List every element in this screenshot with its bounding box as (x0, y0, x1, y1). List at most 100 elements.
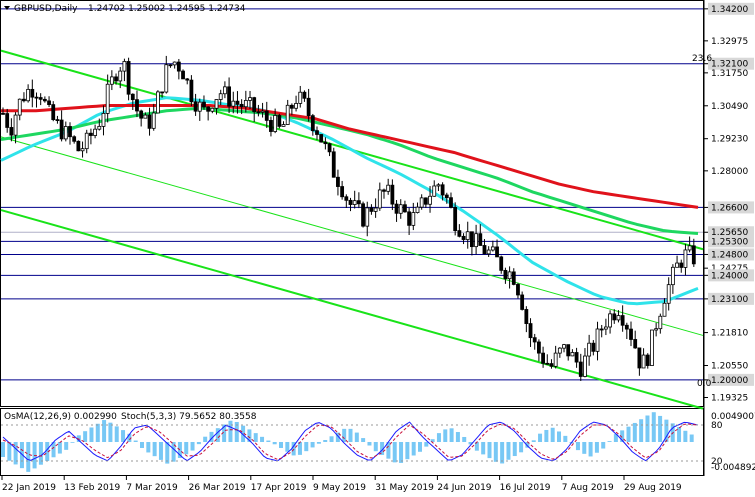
candle-body (269, 120, 273, 132)
osma-bar (531, 440, 536, 442)
candle-body (281, 124, 286, 127)
osma-bar (689, 434, 694, 442)
candle-body (97, 125, 102, 130)
osma-bar (95, 423, 100, 442)
candle-body (135, 99, 139, 112)
candle-body (168, 64, 173, 67)
trading-chart[interactable]: 1.342001.329751.321001.317501.304901.292… (0, 0, 755, 497)
date-label: 16 Jul 2019 (500, 483, 551, 493)
osma-bar (361, 438, 366, 442)
candle-body (122, 61, 127, 72)
candle-body (419, 197, 424, 208)
ohlc-values: 1.24702 1.25002 1.24595 1.24734 (88, 4, 246, 14)
osma-bar (342, 428, 347, 442)
candle-body (13, 114, 18, 136)
candle-body (562, 344, 566, 349)
osma-bar (158, 442, 163, 460)
candle-body (109, 76, 114, 85)
osma-label: OsMA(12,26,9) 0.002990 (4, 412, 117, 422)
candle-body (185, 78, 190, 81)
osma-bar (405, 442, 410, 460)
candle-body (432, 185, 437, 197)
osma-bar (57, 442, 62, 454)
candle-body (306, 97, 311, 117)
stoch-label: Stoch(5,3,3) 79.5652 80.3558 (121, 412, 257, 422)
osma-bar (639, 419, 644, 442)
price-label: 1.19325 (711, 394, 748, 404)
price-label: 1.20550 (711, 362, 748, 372)
candle-body (650, 329, 654, 366)
candle-body (139, 110, 144, 119)
candle-body (210, 107, 215, 112)
osma-bar (455, 432, 460, 442)
date-label: 29 Aug 2019 (624, 483, 682, 493)
candle-body (675, 262, 679, 268)
candle-body (352, 200, 357, 205)
candle-body (38, 97, 43, 100)
candle-body (172, 61, 177, 66)
candle-body (59, 119, 64, 140)
candle-body (26, 88, 31, 102)
candle-body (633, 339, 638, 349)
osma-bar (443, 429, 448, 442)
osma-bar (184, 442, 189, 455)
candle-body (608, 313, 612, 328)
candle-body (340, 186, 345, 198)
candle-body (662, 302, 667, 317)
candle-body (327, 143, 332, 153)
osma-bar (1, 442, 5, 457)
candle-body (252, 97, 257, 113)
osma-bar (26, 442, 31, 472)
candle-body (683, 249, 688, 268)
osma-bar (651, 412, 656, 442)
candle-body (390, 184, 395, 205)
fib-label-0-0: 0.0 (697, 379, 712, 389)
candle-body (260, 110, 265, 113)
candle-body (574, 352, 579, 363)
candle-body (612, 313, 617, 321)
candle-body (248, 97, 252, 101)
candle-body (336, 176, 340, 187)
candle-body (323, 141, 328, 145)
osma-bar (279, 442, 283, 448)
osma-bar (228, 420, 233, 442)
candle-body (444, 194, 449, 199)
candle-body (557, 347, 562, 354)
candle-body (63, 126, 68, 140)
candle-body (394, 203, 399, 214)
osma-bar (607, 441, 612, 442)
osma-bar (487, 442, 492, 459)
candle-body (595, 328, 600, 352)
candle-body (34, 96, 39, 99)
candle-body (118, 70, 123, 82)
osma-bar (500, 442, 505, 464)
candle-body (344, 196, 349, 201)
osma-bar (140, 442, 144, 448)
candle-body (1, 112, 5, 115)
candle-body (239, 103, 244, 108)
candle-body (256, 111, 261, 114)
candle-body (231, 100, 236, 107)
candle-body (545, 362, 550, 365)
osma-bar (367, 442, 372, 446)
candle-body (407, 211, 412, 226)
date-label: 31 May 2019 (375, 483, 434, 493)
candle-body (80, 148, 85, 152)
candle-body (436, 184, 441, 187)
candle-body (310, 115, 315, 132)
candle-body (176, 61, 181, 72)
osma-bar (253, 433, 258, 442)
osma-bar (544, 429, 549, 442)
candle-body (415, 206, 420, 213)
candle-body (482, 245, 487, 255)
osma-bar (588, 442, 593, 457)
price-label: 1.26600 (711, 203, 748, 213)
osma-bar (108, 422, 113, 442)
candle-body (423, 197, 428, 205)
osma-bar (70, 442, 75, 443)
candle-body (89, 132, 93, 136)
candle-body (566, 344, 571, 357)
candle-body (520, 294, 525, 310)
candle-body (285, 104, 290, 125)
date-label: 13 Feb 2019 (64, 483, 120, 493)
